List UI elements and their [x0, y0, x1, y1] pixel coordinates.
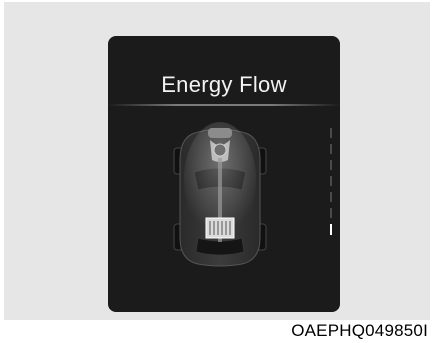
title-divider — [108, 104, 340, 106]
figure-code: OAEPHQ049850I — [291, 321, 428, 340]
gauge-segment — [330, 160, 332, 170]
gauge-segment — [330, 176, 332, 186]
gauge-segment — [330, 192, 332, 202]
charge-level-gauge — [328, 128, 334, 238]
cluster-display: Energy Flow — [108, 36, 340, 312]
vehicle-top-view-icon — [173, 122, 267, 267]
gauge-segment-active — [330, 224, 332, 235]
gauge-segment — [330, 144, 332, 154]
page-title: Energy Flow — [161, 72, 287, 97]
gauge-segment — [330, 208, 332, 218]
gauge-segment — [330, 128, 332, 138]
